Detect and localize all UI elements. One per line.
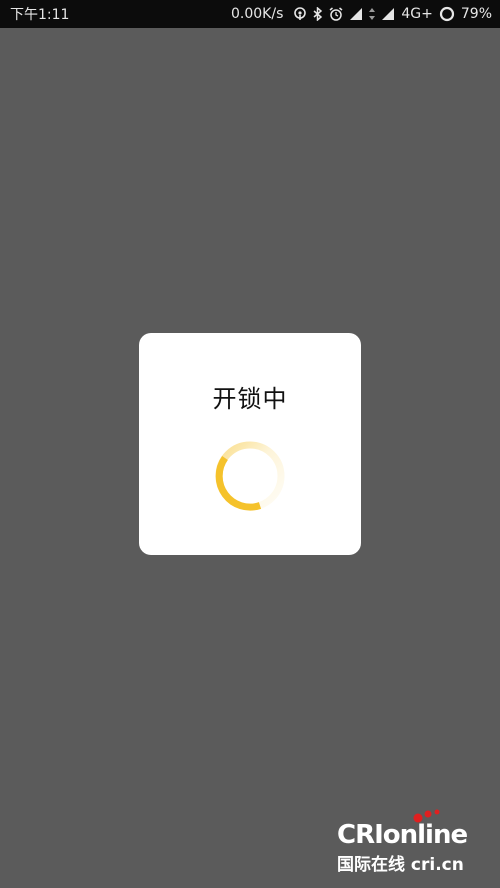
- unlocking-dialog: 开锁中: [139, 333, 361, 555]
- net-speed: 0.00K/s: [231, 6, 284, 22]
- network-type: 4G+: [401, 6, 433, 22]
- status-time: 下午1:11: [10, 7, 70, 23]
- watermark-logo: CRIonline: [337, 820, 468, 850]
- signal-icon: [381, 7, 395, 21]
- battery-percent: 79%: [460, 6, 492, 22]
- loading-spinner-icon: [215, 441, 285, 511]
- dialog-title: 开锁中: [212, 385, 288, 413]
- battery-ring-icon: [439, 6, 455, 22]
- status-left: 下午1:11: [10, 4, 69, 24]
- hotspot-icon: [293, 7, 307, 21]
- status-bar: 下午1:11 0.00K/s 4G+ 79%: [0, 0, 500, 28]
- data-arrows-icon: [369, 7, 376, 21]
- bluetooth-icon: [313, 7, 323, 21]
- cri-watermark: CRIonline 国际在线 cri.cn: [337, 809, 482, 875]
- watermark-subtitle: 国际在线 cri.cn: [337, 855, 464, 875]
- signal-icon: [349, 7, 363, 21]
- alarm-icon: [329, 7, 343, 21]
- logo-dots-icon: [413, 809, 440, 823]
- status-right: 0.00K/s 4G+ 79%: [231, 6, 492, 22]
